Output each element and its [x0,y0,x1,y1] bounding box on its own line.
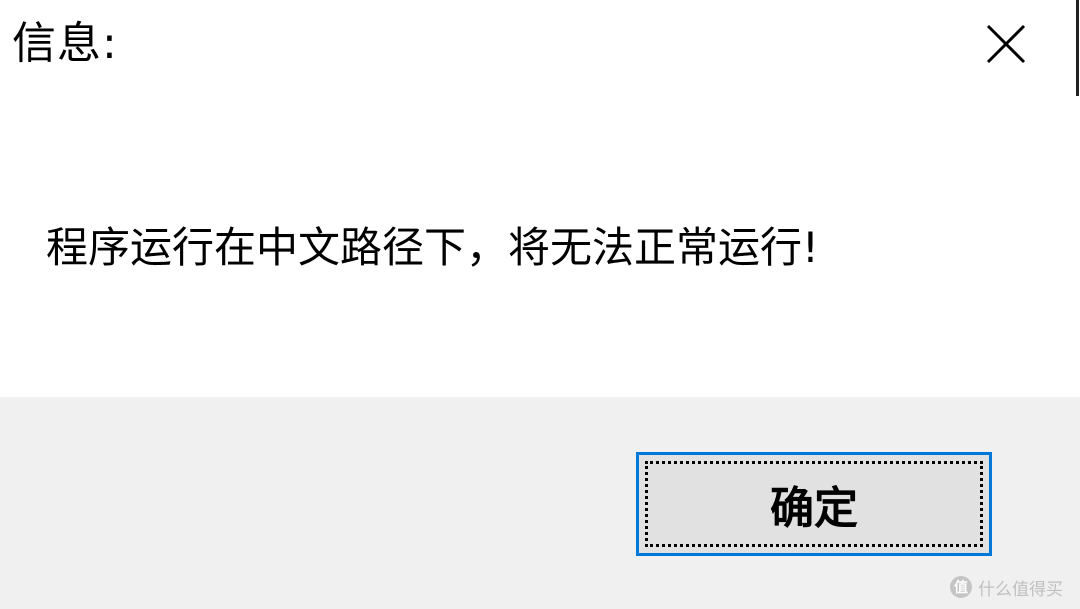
close-icon [986,24,1026,64]
window-edge [1076,0,1079,96]
message-dialog: 信息: 程序运行在中文路径下，将无法正常运行! 确定 值 什么值得买 [0,0,1080,609]
ok-button[interactable]: 确定 [636,452,992,556]
watermark-logo: 值 [950,576,972,598]
ok-button-label: 确定 [770,483,858,534]
dialog-footer: 确定 [0,397,1080,609]
close-button[interactable] [978,18,1034,74]
dialog-title: 信息: [12,18,118,69]
watermark: 值 什么值得买 [950,574,1063,600]
title-bar: 信息: [0,0,1080,100]
dialog-message: 程序运行在中文路径下，将无法正常运行! [46,223,819,272]
dialog-content: 程序运行在中文路径下，将无法正常运行! [0,100,1080,397]
watermark-text: 什么值得买 [978,579,1063,600]
